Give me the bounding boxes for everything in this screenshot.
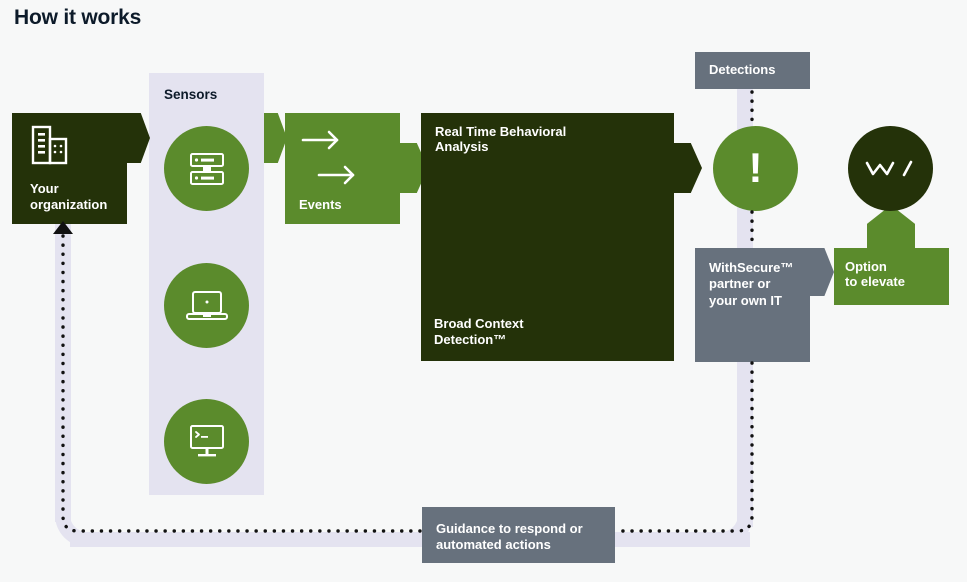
guidance-line-1: Guidance to respond or	[436, 521, 583, 536]
sensor-node-desktop[interactable]	[164, 399, 249, 484]
partner-line-1: WithSecure™	[709, 260, 794, 275]
withsecure-logo-icon	[865, 160, 912, 176]
node-label-organization: Your organization	[30, 181, 107, 212]
sensor-node-laptop[interactable]	[164, 263, 249, 348]
feedback-track-left-vertical	[55, 222, 71, 522]
org-line-1: Your	[30, 181, 59, 197]
node-label-real-time-behavioral-analysis: Real Time Behavioral Analysis	[435, 124, 566, 155]
node-partner[interactable]: WithSecure™ partner or your own IT	[695, 248, 810, 362]
org-line-2: organization	[30, 196, 108, 212]
node-option-to-elevate[interactable]: Option to elevate	[834, 248, 949, 305]
partner-line-3: your own IT	[709, 292, 782, 308]
analysis-top-line-1: Real Time Behavioral	[435, 124, 567, 139]
desktop-terminal-icon	[189, 424, 224, 456]
node-events[interactable]: Events	[285, 113, 400, 224]
node-analysis[interactable]: Real Time Behavioral Analysis Broad Cont…	[421, 113, 674, 361]
node-your-organization[interactable]: Your organization	[12, 113, 127, 224]
node-alert[interactable]: !	[713, 126, 798, 211]
feedback-track-bottom	[70, 532, 750, 547]
node-detections[interactable]: Detections	[695, 52, 810, 89]
node-label-broad-context-detection: Broad Context Detection™	[434, 316, 524, 347]
page-title: How it works	[14, 6, 142, 29]
connector-analysis-to-alert	[674, 143, 702, 193]
elevate-line-1: Option	[845, 259, 887, 274]
connector-elevate-to-withsecure	[867, 205, 915, 250]
double-arrow-right-icon	[299, 127, 363, 196]
office-building-icon	[30, 125, 74, 172]
node-withsecure[interactable]	[848, 126, 933, 211]
exclamation-icon: !	[748, 143, 763, 191]
node-label-elevate: Option to elevate	[845, 259, 905, 290]
connector-org-to-sensors	[127, 113, 150, 163]
analysis-bottom-line-2: Detection™	[434, 331, 507, 347]
analysis-top-line-2: Analysis	[435, 139, 489, 155]
sensors-label: Sensors	[164, 87, 218, 102]
partner-line-2: partner or	[709, 276, 771, 292]
diagram-canvas: How it works Sensors Your organization E…	[0, 0, 967, 582]
node-label-detections: Detections	[709, 62, 776, 77]
node-label-guidance: Guidance to respond or automated actions	[436, 521, 583, 552]
analysis-bottom-line-1: Broad Context	[434, 316, 524, 332]
guidance-line-2: automated actions	[436, 536, 551, 552]
connector-sensors-to-events	[264, 113, 287, 163]
sensor-node-server[interactable]	[164, 126, 249, 211]
node-label-partner: WithSecure™ partner or your own IT	[709, 260, 793, 309]
laptop-icon	[185, 290, 228, 320]
connector-partner-to-elevate	[810, 248, 834, 296]
elevate-line-2: to elevate	[845, 274, 905, 290]
server-icon	[189, 152, 224, 185]
node-label-events: Events	[299, 196, 342, 212]
node-guidance[interactable]: Guidance to respond or automated actions	[422, 507, 615, 563]
